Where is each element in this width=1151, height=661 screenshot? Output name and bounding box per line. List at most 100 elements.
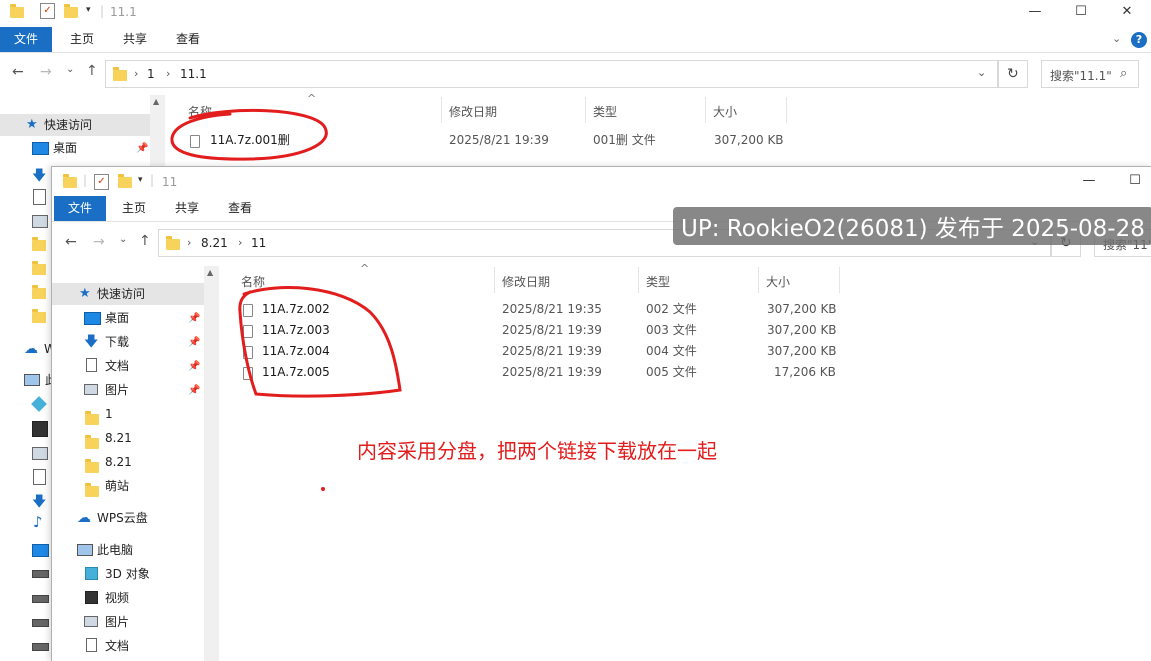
- address-bar[interactable]: › 1 › 11.1 ⌄: [105, 60, 998, 88]
- sidebar-item-pictures[interactable]: 图片 📌: [52, 379, 204, 401]
- column-divider[interactable]: [758, 267, 759, 293]
- checklist-icon[interactable]: ✓: [40, 3, 55, 19]
- column-header-type[interactable]: 类型: [593, 103, 617, 120]
- file-date: 2025/8/21 19:39: [449, 133, 549, 147]
- sidebar-item-pc-documents[interactable]: 文档: [52, 635, 204, 657]
- title-separator: |: [83, 173, 88, 187]
- tab-share[interactable]: 共享: [165, 196, 209, 221]
- checklist-icon[interactable]: ✓: [94, 174, 109, 190]
- sidebar-item-folder-1[interactable]: 1: [52, 403, 204, 425]
- sidebar-item-desktop[interactable]: 桌面 📌: [0, 137, 150, 159]
- sidebar-item-this-pc[interactable]: 此电脑: [52, 539, 204, 561]
- sidebar-item-pc-pictures[interactable]: 图片: [52, 611, 204, 633]
- recent-dropdown-icon[interactable]: ⌄: [66, 64, 74, 75]
- address-dropdown-icon[interactable]: ⌄: [977, 66, 986, 79]
- ribbon-expand-icon[interactable]: ⌄: [1112, 32, 1121, 45]
- annotation-text: 内容采用分盘，把两个链接下载放在一起: [357, 439, 717, 463]
- column-divider[interactable]: [441, 97, 442, 123]
- up-arrow-icon[interactable]: ↑: [86, 63, 98, 79]
- tab-file[interactable]: 文件: [0, 27, 53, 52]
- sidebar-item-quick-access[interactable]: ★ 快速访问: [0, 114, 150, 136]
- breadcrumb-item[interactable]: 8.21: [201, 236, 228, 250]
- sidebar-item-folder-8-21[interactable]: 8.21: [52, 427, 204, 449]
- sidebar-item-folder-8-21[interactable]: 8.21: [52, 451, 204, 473]
- video-icon: [32, 421, 48, 437]
- maximize-icon[interactable]: ☐: [1058, 0, 1104, 24]
- column-divider[interactable]: [638, 267, 639, 293]
- sidebar-item-quick-access[interactable]: ★ 快速访问: [52, 283, 204, 305]
- column-divider[interactable]: [494, 267, 495, 293]
- close-icon[interactable]: ✕: [1104, 0, 1150, 24]
- search-box[interactable]: 搜索"11.1" ⌕: [1041, 60, 1139, 88]
- sidebar-item-videos[interactable]: 视频: [52, 587, 204, 609]
- column-divider[interactable]: [585, 97, 586, 123]
- pin-icon[interactable]: 📌: [188, 332, 200, 354]
- cloud-icon: ☁: [77, 510, 91, 526]
- tab-share[interactable]: 共享: [113, 27, 157, 52]
- back-arrow-icon[interactable]: ←: [65, 234, 77, 250]
- column-header-size[interactable]: 大小: [766, 273, 790, 290]
- file-type: 002 文件: [646, 302, 697, 316]
- breadcrumb-item[interactable]: 11.1: [180, 67, 207, 81]
- breadcrumb-item[interactable]: 11: [251, 236, 266, 250]
- star-icon: ★: [79, 286, 91, 301]
- folder-icon: [63, 174, 77, 191]
- up-arrow-icon[interactable]: ↑: [139, 233, 151, 249]
- file-size: 17,206 KB: [774, 365, 836, 379]
- drive-icon: [32, 595, 49, 603]
- column-header-size[interactable]: 大小: [713, 103, 737, 120]
- picture-icon: [32, 215, 48, 228]
- pin-icon[interactable]: 📌: [188, 356, 200, 378]
- column-header-type[interactable]: 类型: [646, 273, 670, 290]
- sidebar-item-folder-mengzhan[interactable]: 萌站: [52, 475, 204, 497]
- sidebar-item-3d-objects[interactable]: 3D 对象: [52, 563, 204, 585]
- sidebar-item-documents[interactable]: 文档 📌: [52, 355, 204, 377]
- cloud-icon: ☁: [24, 341, 38, 357]
- pin-icon[interactable]: 📌: [188, 380, 200, 402]
- sort-ascending-icon: ^: [360, 262, 370, 275]
- column-divider[interactable]: [705, 97, 706, 123]
- file-size: 307,200 KB: [767, 323, 837, 337]
- scroll-up-icon[interactable]: ▲: [153, 97, 159, 106]
- refresh-button[interactable]: ↻: [998, 60, 1028, 88]
- sidebar-item-downloads[interactable]: 🡇 下载 📌: [52, 331, 204, 353]
- document-icon: [33, 189, 46, 205]
- forward-arrow-icon[interactable]: →: [93, 234, 105, 250]
- minimize-icon[interactable]: —: [1066, 169, 1112, 193]
- tab-view[interactable]: 查看: [166, 27, 210, 52]
- column-divider[interactable]: [839, 267, 840, 293]
- sidebar-item-label: 文档: [105, 639, 130, 653]
- pin-icon[interactable]: 📌: [188, 308, 200, 330]
- sidebar-item-desktop[interactable]: 桌面 📌: [52, 307, 204, 329]
- dropdown-icon[interactable]: ▾: [138, 175, 143, 185]
- search-input[interactable]: 搜索"11.1": [1050, 67, 1112, 84]
- refresh-icon[interactable]: ↻: [1007, 66, 1019, 82]
- column-divider[interactable]: [786, 97, 787, 123]
- file-type: 005 文件: [646, 365, 697, 379]
- download-icon: 🡇: [84, 334, 99, 350]
- tab-home[interactable]: 主页: [112, 196, 156, 221]
- forward-arrow-icon[interactable]: →: [40, 64, 52, 80]
- column-header-date[interactable]: 修改日期: [502, 273, 550, 290]
- tab-home[interactable]: 主页: [60, 27, 104, 52]
- recent-dropdown-icon[interactable]: ⌄: [119, 234, 127, 245]
- nav-scrollbar[interactable]: ▲: [204, 266, 219, 661]
- back-arrow-icon[interactable]: ←: [12, 64, 24, 80]
- search-icon[interactable]: ⌕: [1120, 66, 1127, 81]
- scroll-up-icon[interactable]: ▲: [207, 268, 213, 277]
- pin-icon[interactable]: 📌: [136, 138, 148, 160]
- annotation-dot: [321, 487, 325, 491]
- help-icon[interactable]: ?: [1131, 32, 1147, 48]
- folder-icon[interactable]: [64, 4, 78, 21]
- maximize-icon[interactable]: ☐: [1112, 169, 1151, 193]
- watermark-badge: UP: RookieO2(26081) 发布于 2025-08-28: [673, 207, 1151, 245]
- minimize-icon[interactable]: —: [1012, 0, 1058, 24]
- breadcrumb-item[interactable]: 1: [147, 67, 155, 81]
- folder-icon[interactable]: [118, 174, 132, 191]
- dropdown-icon[interactable]: ▾: [86, 5, 91, 15]
- ribbon-tabs: 文件 主页 共享 查看 ⌄ ?: [0, 27, 1151, 53]
- sidebar-item-wps-cloud[interactable]: ☁ WPS云盘: [52, 507, 204, 529]
- tab-view[interactable]: 查看: [218, 196, 262, 221]
- tab-file[interactable]: 文件: [54, 196, 107, 221]
- column-header-date[interactable]: 修改日期: [449, 103, 497, 120]
